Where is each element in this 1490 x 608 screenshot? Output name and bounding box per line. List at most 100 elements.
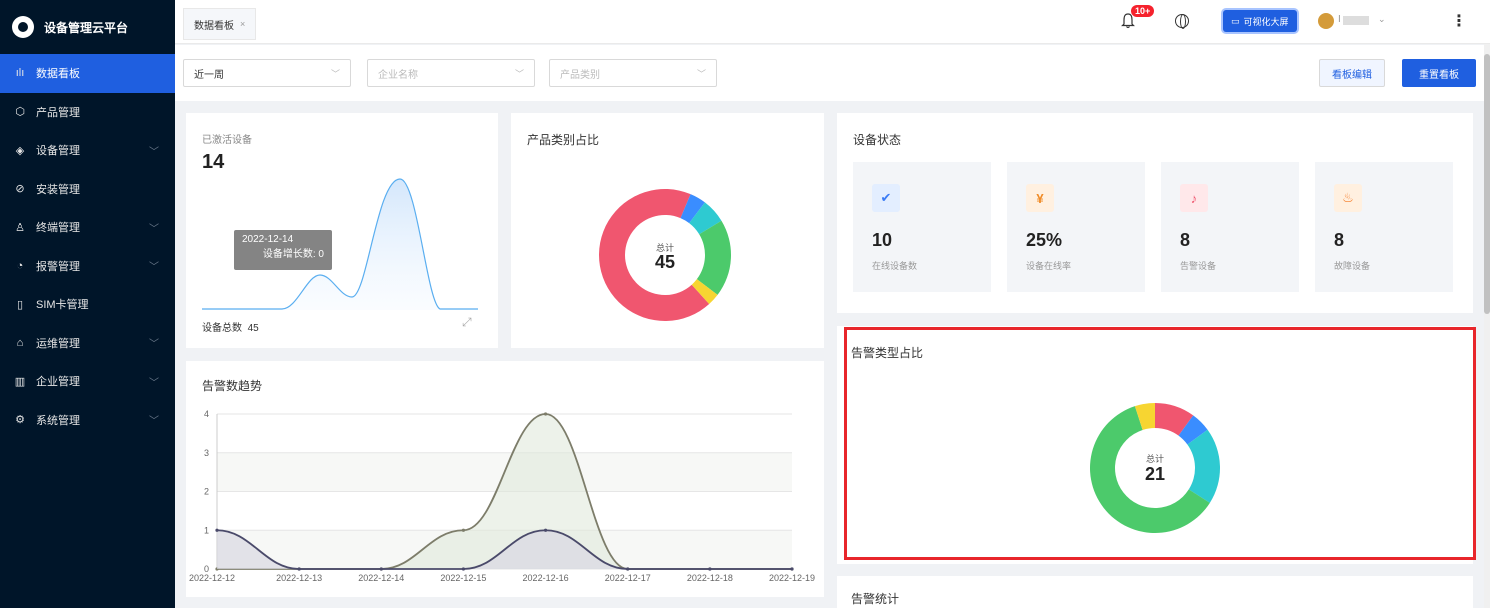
monitor-icon: ▭ — [1231, 15, 1240, 26]
sidebar-item-label: 报警管理 — [36, 260, 80, 273]
tool-icon: ⌂ — [16, 336, 24, 349]
sidebar-item[interactable]: ılı 数据看板 — [0, 54, 175, 93]
status-tile[interactable]: ¥25% 设备在线率 — [1007, 162, 1145, 292]
alarm-share-title: 告警类型占比 — [851, 346, 924, 360]
alarm-trend-card: 告警数趋势 0 1 2 3 4 2022-12-12 2022-12-13 2022-12-1… — [186, 361, 824, 597]
x-tick-label: 2022-12-14 — [358, 573, 404, 583]
tab-label: 数据看板 — [194, 20, 234, 32]
status-value: 8 — [1180, 230, 1191, 250]
activated-value: 14 — [202, 151, 225, 173]
alarm-share-card: 告警类型占比 总计 21 — [837, 326, 1476, 564]
logo-icon — [12, 16, 34, 38]
tab-dashboard[interactable]: 数据看板 × — [183, 8, 257, 40]
y-tick-label: 1 — [204, 525, 209, 535]
sidebar-item[interactable]: ⌂ 运维管理 ﹀ — [0, 324, 175, 363]
sidebar-item[interactable]: ⊘ 安装管理 — [0, 170, 175, 209]
chevron-down-icon: ﹀ — [514, 68, 524, 79]
product-total-value: 45 — [654, 252, 676, 272]
alarm-trend-chart: 012342022-12-12 2022-12-13 2022-12-14 2022-… — [189, 409, 815, 583]
sidebar-item-label: 设备管理 — [36, 145, 80, 158]
x-tick-label: 2022-12-12 — [189, 573, 235, 583]
alarm-stats-title: 告警统计 — [851, 592, 900, 606]
sidebar-item-label: 企业管理 — [36, 376, 80, 389]
activated-label: 已激活设备 — [202, 135, 252, 146]
gear-icon: ⚙ — [15, 414, 25, 427]
device-status-card: 设备状态 ✔ 10 在线设备数 ¥25% 设备在线率 ♪ 8 告警设备 ♨ 8 故障设备 — [837, 113, 1473, 313]
sim-card-icon: ▯ — [16, 298, 24, 311]
user-name-redacted — [1343, 16, 1369, 25]
box-icon: ⬡ — [15, 106, 25, 119]
chevron-down-icon: ﹀ — [149, 262, 159, 274]
data-point[interactable] — [461, 567, 466, 571]
company-select[interactable]: 企业名称 ﹀ — [367, 59, 535, 87]
chevron-down-icon: ﹀ — [149, 339, 159, 351]
data-point[interactable] — [790, 567, 794, 571]
status-value: 10 — [872, 230, 893, 250]
sidebar-item[interactable]: ▯ SIM卡管理 — [0, 285, 175, 324]
chevron-down-icon[interactable]: ⌄ — [1378, 14, 1386, 25]
tooltip-date: 2022-12-14 — [242, 234, 294, 245]
status-tile[interactable]: ✔ 10 在线设备数 — [853, 162, 991, 292]
status-value: 8 — [1334, 230, 1345, 250]
expand-icon[interactable]: ⤢ — [462, 315, 472, 330]
company-placeholder: 企业名称 — [378, 69, 418, 81]
sidebar-item-label: 运维管理 — [36, 337, 80, 350]
product-share-card: 产品类别占比 总计 45 — [511, 113, 824, 348]
status-label: 故障设备 — [1334, 261, 1371, 271]
x-tick-label: 2022-12-18 — [687, 573, 733, 583]
visual-screen-button[interactable]: ▭ 可视化大屏 — [1223, 10, 1297, 32]
sidebar-item-label: 终端管理 — [36, 222, 80, 235]
chevron-down-icon: ﹀ — [330, 68, 340, 79]
data-point[interactable] — [297, 567, 301, 571]
sidebar-item[interactable]: ⬡ 产品管理 — [0, 93, 175, 132]
sidebar-item-label: 系统管理 — [36, 414, 80, 427]
data-point[interactable] — [461, 528, 466, 532]
sidebar-item[interactable]: ▥ 企业管理 ﹀ — [0, 362, 175, 401]
page-scrollbar[interactable] — [1484, 44, 1490, 608]
app-logo[interactable]: 设备管理云平台 — [0, 0, 175, 54]
product-select[interactable]: 产品类别 ﹀ — [549, 59, 717, 87]
grid-band — [217, 414, 792, 453]
chevron-down-icon: ﹀ — [149, 223, 159, 235]
status-tile[interactable]: ♨ 8 故障设备 — [1315, 162, 1453, 292]
sidebar-item[interactable]: ◈ 设备管理 ﹀ — [0, 131, 175, 170]
reset-dashboard-button[interactable]: 重置看板 — [1402, 59, 1476, 87]
x-tick-label: 2022-12-13 — [276, 573, 322, 583]
globe-icon[interactable] — [1175, 14, 1189, 29]
tab-close-icon[interactable]: × — [240, 19, 245, 29]
status-value: 25% — [1026, 230, 1063, 250]
more-vertical-icon[interactable]: ⋮ — [1451, 11, 1467, 31]
building-icon: ▥ — [14, 375, 26, 388]
avatar[interactable] — [1318, 13, 1334, 29]
top-header: 数据看板 × 10+ ▭ 可视化大屏 I ⌄ ⋮ — [175, 0, 1490, 44]
sidebar-item[interactable]: ⚙ 系统管理 ﹀ — [0, 401, 175, 440]
data-point[interactable] — [626, 567, 630, 571]
compass-icon: ⊘ — [15, 183, 25, 196]
data-point[interactable] — [379, 567, 383, 571]
visual-screen-label: 可视化大屏 — [1243, 16, 1289, 27]
chevron-down-icon: ﹀ — [149, 377, 159, 389]
fire-icon: ♨ — [1334, 184, 1362, 212]
alarm-icon: ◔ — [16, 259, 24, 272]
sidebar-item[interactable]: ♙ 终端管理 ﹀ — [0, 208, 175, 247]
edit-dashboard-button[interactable]: 看板编辑 — [1319, 59, 1385, 87]
notification-badge: 10+ — [1131, 5, 1155, 17]
sidebar: 设备管理云平台 ılı 数据看板 ⬡ 产品管理 ◈ 设备管理 ﹀ ⊘ 安装管理 ♙ 终端管理 ﹀ ◔ 报警… — [0, 0, 175, 608]
y-tick-label: 3 — [204, 448, 209, 458]
x-tick-label: 2022-12-19 — [769, 573, 815, 583]
data-point[interactable] — [543, 412, 548, 416]
y-tick-label: 2 — [204, 487, 209, 497]
total-devices-label: 设备总数 45 — [202, 323, 259, 334]
status-tile[interactable]: ♪ 8 告警设备 — [1161, 162, 1299, 292]
sidebar-item-label: 安装管理 — [36, 183, 80, 196]
layers-icon: ◈ — [15, 144, 25, 157]
data-point[interactable] — [708, 567, 712, 571]
user-name[interactable]: I — [1338, 14, 1341, 25]
data-point[interactable] — [543, 528, 548, 532]
period-select[interactable]: 近一周 ﹀ — [183, 59, 351, 87]
data-point[interactable] — [215, 528, 219, 532]
device-status-title: 设备状态 — [853, 133, 902, 147]
verified-icon: ✔ — [872, 184, 900, 212]
sidebar-item[interactable]: ◔ 报警管理 ﹀ — [0, 247, 175, 286]
tooltip-text: 设备增长数: 0 — [262, 249, 324, 260]
